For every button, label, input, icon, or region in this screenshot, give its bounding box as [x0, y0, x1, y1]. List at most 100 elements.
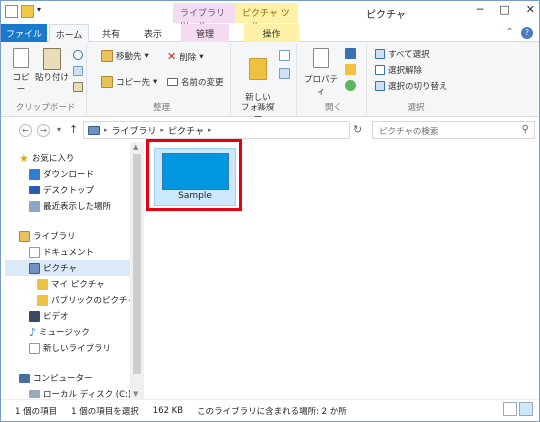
nav-item-favorites[interactable]: ★ お気に入り: [19, 150, 145, 166]
breadcrumb-libraries[interactable]: ライブラリ: [112, 124, 157, 137]
select-all-icon: [375, 49, 385, 59]
minimize-ribbon-icon[interactable]: ⌃: [505, 27, 513, 38]
invert-selection-button[interactable]: 選択の切り替え: [375, 80, 448, 92]
star-icon: ★: [19, 151, 29, 165]
copy-to-label: コピー先: [116, 78, 151, 88]
nav-label: ライブラリ: [33, 232, 76, 242]
up-button[interactable]: ↑: [69, 123, 78, 136]
properties-button[interactable]: プロパティ: [303, 48, 339, 97]
tab-file[interactable]: ファイル: [1, 24, 47, 42]
maximize-button[interactable]: □: [499, 3, 509, 16]
nav-item-music[interactable]: ♪ ミュージック: [29, 324, 145, 340]
nav-item-my-pictures[interactable]: マイ ピクチャ: [37, 276, 145, 292]
clipboard-group: コピー 貼り付け クリップボード: [5, 44, 87, 115]
library-icon: [88, 125, 100, 135]
breadcrumb-separator: ▸: [104, 126, 108, 134]
delete-button[interactable]: ✕ 削除 ▾: [167, 50, 204, 63]
tab-operations[interactable]: 操作: [244, 24, 299, 42]
scroll-up-icon[interactable]: ▲: [133, 143, 138, 151]
title-bar: ▾ ライブラリ ツール ピクチャ ツール ピクチャ ─ □ ✕: [1, 1, 539, 32]
clipboard-group-label: クリップボード: [15, 103, 76, 113]
nav-item-videos[interactable]: ビデオ: [29, 308, 145, 324]
back-button[interactable]: ←: [19, 124, 32, 137]
select-all-button[interactable]: すべて選択: [375, 48, 430, 60]
edit-icon[interactable]: [345, 64, 356, 75]
file-list: Sample: [146, 139, 539, 399]
nav-item-documents[interactable]: ドキュメント: [29, 244, 145, 260]
nav-label: ローカル ディスク (C:): [43, 390, 132, 399]
nav-label: ミュージック: [39, 328, 90, 338]
rename-label: 名前の変更: [181, 78, 224, 88]
open-group: プロパティ 開く: [301, 44, 367, 115]
tab-manage[interactable]: 管理: [181, 24, 229, 42]
nav-item-new-library[interactable]: 新しいライブラリ: [29, 340, 145, 356]
select-none-button[interactable]: 選択解除: [375, 64, 422, 76]
organize-group: 移動先 ▾ コピー先 ▾ ✕ 削除 ▾ 名前の変更 整理: [93, 44, 231, 115]
delete-icon: ✕: [167, 50, 177, 63]
refresh-button[interactable]: ↻: [353, 123, 362, 136]
nav-item-computer[interactable]: コンピューター: [19, 370, 145, 386]
nav-item-desktop[interactable]: デスクトップ: [29, 182, 145, 198]
scrollbar-thumb[interactable]: [133, 154, 141, 374]
paste-button[interactable]: 貼り付け: [35, 48, 69, 83]
nav-label: デスクトップ: [43, 186, 95, 196]
nav-item-local-disk[interactable]: ローカル ディスク (C:): [29, 386, 145, 399]
copy-path-icon[interactable]: [73, 66, 83, 76]
nav-scrollbar[interactable]: ▲ ▼: [130, 142, 144, 399]
nav-item-downloads[interactable]: ダウンロード: [29, 166, 145, 182]
paste-icon: [43, 48, 61, 70]
view-switcher: [503, 402, 533, 416]
search-icon[interactable]: ⚲: [522, 124, 529, 135]
navigation-pane: ★ お気に入り ダウンロード デスクトップ 最近表示した場所 ライブラリ ドキュ…: [1, 142, 145, 399]
tab-share[interactable]: 共有: [91, 24, 131, 42]
details-view-icon[interactable]: [503, 402, 517, 416]
new-folder-icon[interactable]: [21, 5, 34, 18]
nav-item-pictures[interactable]: ピクチャ: [5, 260, 130, 276]
nav-item-libraries[interactable]: ライブラリ: [19, 228, 145, 244]
forward-button[interactable]: →: [37, 124, 50, 137]
history-icon[interactable]: [345, 80, 356, 91]
nav-item-public-pictures[interactable]: パブリックのピクチャ: [37, 292, 145, 308]
minimize-button[interactable]: ─: [477, 3, 484, 16]
scroll-down-icon[interactable]: ▼: [133, 390, 138, 398]
open-group-label: 開く: [324, 103, 342, 113]
selected-size: 162 KB: [152, 405, 184, 416]
folder-icon: [37, 294, 48, 306]
new-item-icon[interactable]: [279, 50, 290, 61]
library-tools-label: ライブラリ ツール: [173, 3, 235, 32]
open-icon[interactable]: [345, 48, 356, 59]
breadcrumb-pictures[interactable]: ピクチャ: [168, 124, 204, 137]
easy-access-icon[interactable]: [279, 68, 290, 79]
tab-view[interactable]: 表示: [133, 24, 173, 42]
copy-icon: [13, 48, 29, 68]
rename-button[interactable]: 名前の変更: [167, 76, 224, 88]
copy-label: コピー: [12, 73, 30, 95]
status-bar: 1 個の項目 1 個の項目を選択 162 KB このライブラリに含まれる場所: …: [1, 399, 539, 421]
properties-icon[interactable]: [5, 5, 18, 18]
paste-shortcut-icon[interactable]: [73, 82, 83, 92]
documents-icon: [29, 246, 40, 258]
move-to-button[interactable]: 移動先 ▾: [101, 50, 149, 62]
invert-selection-icon: [375, 81, 385, 91]
nav-label: ダウンロード: [43, 170, 95, 180]
copy-to-icon: [101, 76, 113, 88]
copy-button[interactable]: コピー: [9, 48, 33, 95]
select-none-label: 選択解除: [388, 66, 423, 76]
rename-icon: [167, 78, 178, 86]
drive-icon: [29, 390, 40, 398]
search-box[interactable]: ピクチャの検索 ⚲: [372, 121, 535, 139]
close-button[interactable]: ✕: [526, 3, 535, 16]
nav-item-recent[interactable]: 最近表示した場所: [29, 198, 145, 214]
address-bar[interactable]: ▸ ライブラリ ▸ ピクチャ ▸: [83, 121, 350, 139]
copy-to-button[interactable]: コピー先 ▾: [101, 76, 157, 88]
tab-home[interactable]: ホーム: [49, 24, 89, 42]
large-icons-view-icon[interactable]: [519, 402, 533, 416]
breadcrumb-separator: ▸: [160, 126, 165, 134]
cut-icon[interactable]: [73, 50, 83, 60]
window-title: ピクチャ: [366, 10, 406, 21]
help-icon[interactable]: ?: [521, 27, 533, 39]
recent-locations-button[interactable]: ▾: [57, 125, 61, 134]
nav-label: パブリックのピクチャ: [51, 296, 136, 306]
new-folder-icon: [249, 58, 267, 80]
customize-toolbar-icon[interactable]: ▾: [37, 5, 50, 18]
